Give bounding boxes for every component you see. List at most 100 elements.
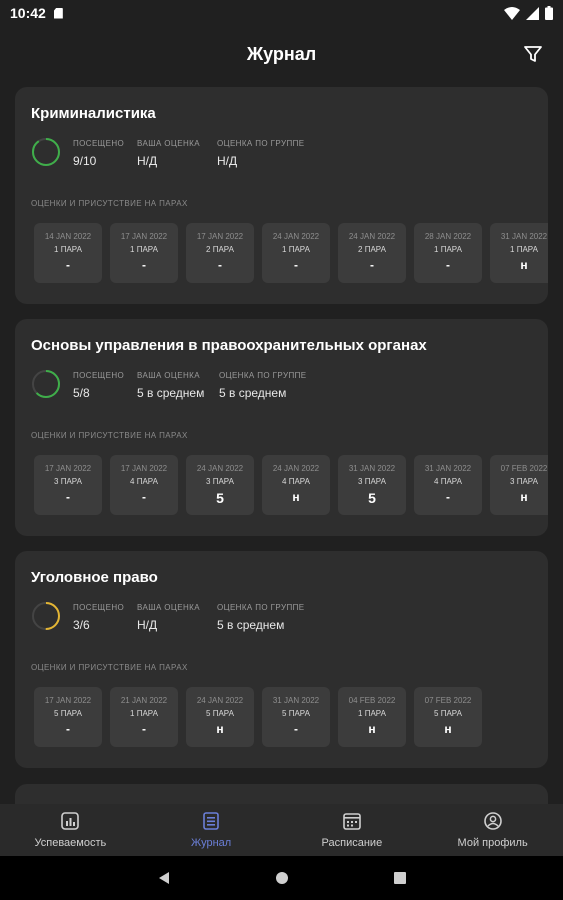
lesson-date: 17 JAN 2022 xyxy=(44,696,92,705)
lesson-grade: - xyxy=(66,490,70,504)
stat-block: ПОСЕЩЕНО 9/10 xyxy=(73,139,124,168)
lesson-tiles[interactable]: 17 JAN 2022 3 ПАРА - 17 JAN 2022 4 ПАРА - 24 J… xyxy=(34,455,548,515)
lesson-pair: 1 ПАРА xyxy=(510,245,538,254)
lesson-tile[interactable]: 31 JAN 2022 1 ПАРА н xyxy=(490,223,548,283)
lesson-tile[interactable]: 14 JAN 2022 1 ПАРА - xyxy=(34,223,102,283)
lesson-date: 31 JAN 2022 xyxy=(424,464,472,473)
journal-list[interactable]: Криминалистика ПОСЕЩЕНО 9/10 ВАША ОЦЕНКА Н/Д… xyxy=(0,82,563,804)
lesson-pair: 3 ПАРА xyxy=(358,477,386,486)
nav-item-performance[interactable]: Успеваемость xyxy=(0,804,141,856)
lesson-pair: 1 ПАРА xyxy=(130,245,158,254)
attendance-ring xyxy=(32,370,60,398)
battery-icon xyxy=(545,6,553,20)
lesson-tile[interactable]: 21 JAN 2022 1 ПАРА - xyxy=(110,687,178,747)
lesson-date: 28 JAN 2022 xyxy=(424,232,472,241)
subject-card[interactable]: Уголовное право ПОСЕЩЕНО 3/6 ВАША ОЦЕНКА Н/Д… xyxy=(15,551,548,768)
home-icon[interactable] xyxy=(275,871,289,885)
stat-block: ВАША ОЦЕНКА 5 в среднем xyxy=(137,371,204,400)
lesson-tile[interactable]: 04 FEB 2022 1 ПАРА н xyxy=(338,687,406,747)
app-bar: Журнал xyxy=(0,26,563,82)
lesson-grade: - xyxy=(142,258,146,272)
lesson-pair: 4 ПАРА xyxy=(434,477,462,486)
stat-label: ВАША ОЦЕНКА xyxy=(137,139,200,148)
lesson-tile[interactable]: 17 JAN 2022 5 ПАРА - xyxy=(34,687,102,747)
lesson-grade: - xyxy=(142,722,146,736)
lesson-tile[interactable]: 07 FEB 2022 3 ПАРА н xyxy=(490,455,548,515)
lesson-tile[interactable]: 24 JAN 2022 5 ПАРА н xyxy=(186,687,254,747)
lesson-date: 24 JAN 2022 xyxy=(196,464,244,473)
lesson-grade: - xyxy=(446,258,450,272)
nav-label: Расписание xyxy=(321,837,383,849)
journal-icon xyxy=(203,812,219,830)
stat-value: Н/Д xyxy=(217,154,238,168)
lesson-grade: - xyxy=(142,490,146,504)
lesson-pair: 2 ПАРА xyxy=(358,245,386,254)
stat-label: ОЦЕНКА ПО ГРУППЕ xyxy=(217,139,305,148)
attendance-ring xyxy=(32,138,60,166)
lesson-date: 24 JAN 2022 xyxy=(196,696,244,705)
lesson-date: 17 JAN 2022 xyxy=(44,464,92,473)
lesson-date: 07 FEB 2022 xyxy=(500,464,548,473)
bottom-navigation: Успеваемость Журнал Расписание Мой профи… xyxy=(0,804,563,856)
stat-label: ПОСЕЩЕНО xyxy=(73,603,125,612)
filter-button[interactable] xyxy=(521,42,545,66)
lesson-date: 31 JAN 2022 xyxy=(348,464,396,473)
back-icon[interactable] xyxy=(157,871,171,885)
stat-label: ПОСЕЩЕНО xyxy=(73,371,125,380)
lesson-tile[interactable]: 24 JAN 2022 1 ПАРА - xyxy=(262,223,330,283)
lesson-date: 24 JAN 2022 xyxy=(348,232,396,241)
subject-card[interactable]: Криминалистика ПОСЕЩЕНО 9/10 ВАША ОЦЕНКА Н/Д… xyxy=(15,87,548,304)
lesson-tile[interactable]: 31 JAN 2022 4 ПАРА - xyxy=(414,455,482,515)
lesson-pair: 4 ПАРА xyxy=(130,477,158,486)
lesson-date: 24 JAN 2022 xyxy=(272,232,320,241)
lesson-grade: н xyxy=(520,490,528,504)
lesson-pair: 1 ПАРА xyxy=(282,245,310,254)
signal-icon xyxy=(526,6,539,20)
lesson-tile[interactable]: 07 FEB 2022 5 ПАРА н xyxy=(414,687,482,747)
lesson-date: 17 JAN 2022 xyxy=(120,464,168,473)
status-bar: 10:42 xyxy=(0,0,563,26)
lesson-grade: - xyxy=(66,722,70,736)
subject-card-partial[interactable] xyxy=(15,784,548,804)
nav-label: Мой профиль xyxy=(457,837,528,849)
page-title: Журнал xyxy=(246,43,317,64)
stat-block: ВАША ОЦЕНКА Н/Д xyxy=(137,603,200,632)
lesson-tile[interactable]: 31 JAN 2022 3 ПАРА 5 xyxy=(338,455,406,515)
lesson-pair: 3 ПАРА xyxy=(54,477,82,486)
recents-icon[interactable] xyxy=(393,871,407,885)
lesson-tile[interactable]: 17 JAN 2022 1 ПАРА - xyxy=(110,223,178,283)
lesson-pair: 5 ПАРА xyxy=(206,709,234,718)
nav-item-profile[interactable]: Мой профиль xyxy=(422,804,563,856)
lesson-tiles[interactable]: 17 JAN 2022 5 ПАРА - 21 JAN 2022 1 ПАРА - 24 J… xyxy=(34,687,482,747)
nav-item-journal[interactable]: Журнал xyxy=(141,804,282,856)
lesson-tile[interactable]: 24 JAN 2022 2 ПАРА - xyxy=(338,223,406,283)
system-navigation-bar xyxy=(0,856,563,900)
stat-value: 5 в среднем xyxy=(217,618,285,632)
lesson-tile[interactable]: 24 JAN 2022 3 ПАРА 5 xyxy=(186,455,254,515)
lesson-tile[interactable]: 24 JAN 2022 4 ПАРА н xyxy=(262,455,330,515)
lesson-tile[interactable]: 31 JAN 2022 5 ПАРА - xyxy=(262,687,330,747)
stat-value: 3/6 xyxy=(73,618,90,632)
stat-value: Н/Д xyxy=(137,618,158,632)
lesson-pair: 3 ПАРА xyxy=(510,477,538,486)
lesson-tiles[interactable]: 14 JAN 2022 1 ПАРА -17 JAN 2022 1 ПАРА -17 J… xyxy=(34,223,548,283)
nav-label: Успеваемость xyxy=(34,837,107,849)
lesson-pair: 1 ПАРА xyxy=(54,245,82,254)
lesson-grade: н xyxy=(216,722,224,736)
stat-value: 5 в среднем xyxy=(137,386,205,400)
stat-label: ВАША ОЦЕНКА xyxy=(137,603,200,612)
lesson-pair: 1 ПАРА xyxy=(434,245,462,254)
subject-card[interactable]: Основы управления в правоохранительных о… xyxy=(15,319,548,536)
stat-block: ОЦЕНКА ПО ГРУППЕ 5 в среднем xyxy=(219,371,306,400)
lesson-tile[interactable]: 17 JAN 2022 3 ПАРА - xyxy=(34,455,102,515)
stat-value: 5/8 xyxy=(73,386,90,400)
lesson-date: 04 FEB 2022 xyxy=(348,696,396,705)
stat-block: ПОСЕЩЕНО 5/8 xyxy=(73,371,124,400)
lesson-grade: н xyxy=(444,722,452,736)
lesson-tile[interactable]: 17 JAN 2022 4 ПАРА - xyxy=(110,455,178,515)
status-time: 10:42 xyxy=(10,5,46,21)
lesson-date: 31 JAN 2022 xyxy=(500,232,548,241)
lesson-tile[interactable]: 17 JAN 2022 2 ПАРА - xyxy=(186,223,254,283)
nav-item-schedule[interactable]: Расписание xyxy=(282,804,423,856)
lesson-tile[interactable]: 28 JAN 2022 1 ПАРА - xyxy=(414,223,482,283)
